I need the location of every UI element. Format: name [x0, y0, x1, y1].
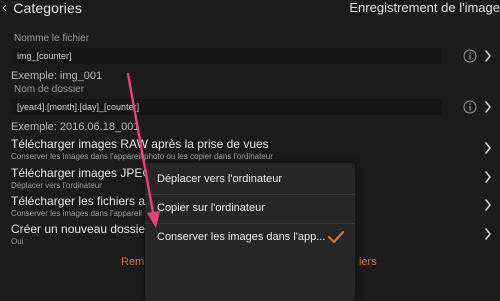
info-icon[interactable]: [463, 49, 477, 63]
file-name-example: Exemple: img_001: [11, 70, 103, 82]
annotation-arrow-icon: [126, 72, 160, 228]
menu-item-keep-in-camera[interactable]: Conserver les images dans l'app...: [145, 224, 355, 250]
chevron-right-icon[interactable]: [484, 50, 492, 62]
file-name-field[interactable]: img_[counter]: [11, 48, 442, 64]
menu-item-label: Déplacer vers l'ordinateur: [157, 173, 282, 185]
chevron-right-icon: [485, 171, 491, 183]
bottom-action-right[interactable]: iers: [359, 256, 377, 268]
header: Categories Enregistrement de l'image: [0, 0, 500, 20]
checkmark-icon: [327, 230, 345, 244]
row-subtitle: Oui: [11, 237, 24, 246]
folder-name-field[interactable]: [year4].[month].[day]_[counter]: [11, 99, 442, 115]
chevron-right-icon: [485, 228, 491, 240]
info-icon[interactable]: [463, 100, 477, 114]
back-button[interactable]: Categories: [2, 0, 82, 18]
screen: Categories Enregistrement de l'image Nom…: [0, 0, 500, 301]
row-subtitle: Déplacer vers l'ordinateur: [11, 181, 102, 190]
file-name-label: Nomme le fichier: [14, 33, 90, 44]
menu-item-label: Conserver les images dans l'app...: [157, 231, 326, 243]
chevron-right-icon[interactable]: [484, 101, 492, 113]
page-title: Enregistrement de l'image: [349, 0, 500, 15]
bottom-action-left[interactable]: Rem: [121, 256, 144, 268]
chevron-right-icon: [485, 142, 491, 154]
folder-name-label: Nom de dossier: [14, 84, 85, 95]
menu-item-move-to-computer[interactable]: Déplacer vers l'ordinateur: [145, 166, 355, 192]
back-label: Categories: [13, 0, 82, 16]
menu-item-label: Copier sur l'ordinateur: [157, 202, 265, 214]
menu-item-copy-to-computer[interactable]: Copier sur l'ordinateur: [145, 195, 355, 221]
chevron-left-icon: [2, 4, 7, 12]
popup-menu: Déplacer vers l'ordinateur Copier sur l'…: [145, 163, 355, 301]
chevron-right-icon: [485, 199, 491, 211]
